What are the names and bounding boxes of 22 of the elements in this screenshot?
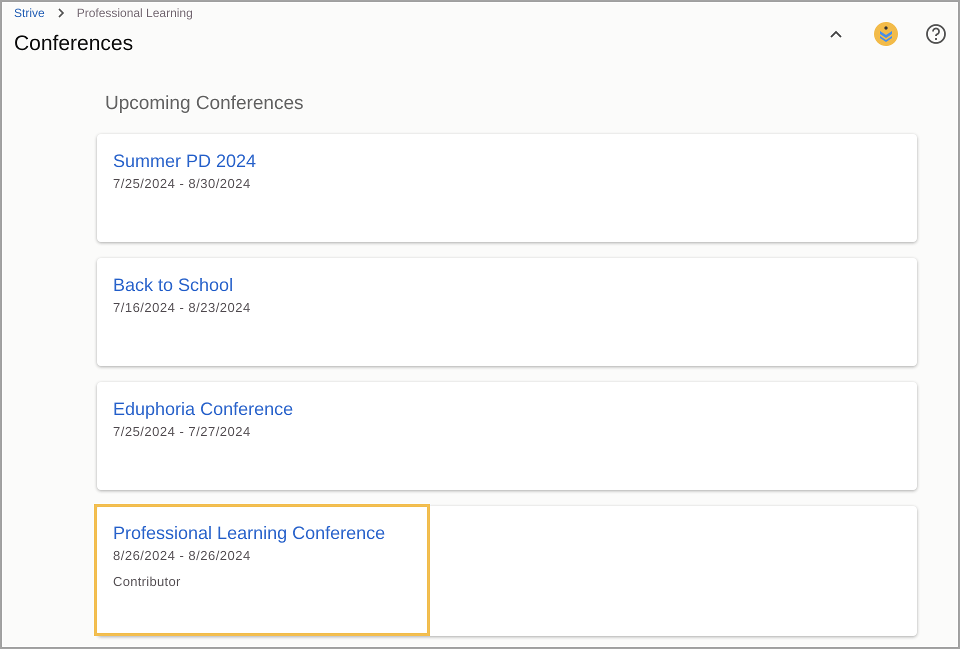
conference-name: Eduphoria Conference	[113, 398, 294, 420]
chevron-right-icon	[56, 8, 65, 18]
help-icon	[925, 23, 947, 45]
conference-dates: 8/26/2024 - 8/26/2024	[113, 547, 252, 565]
page-title: Conferences	[14, 31, 134, 57]
conference-dates: 7/16/2024 - 8/23/2024	[113, 299, 252, 317]
section-title: Upcoming Conferences	[104, 92, 305, 116]
conference-dates: 7/25/2024 - 8/30/2024	[113, 175, 252, 193]
conference-name: Professional Learning Conference	[113, 522, 386, 544]
conference-card[interactable]: Eduphoria Conference 7/25/2024 - 7/27/2024	[97, 382, 917, 490]
conference-dates: 7/25/2024 - 7/27/2024	[113, 423, 252, 441]
breadcrumb-current: Professional Learning	[76, 5, 193, 22]
conference-role: Contributor	[113, 572, 182, 590]
conference-name: Summer PD 2024	[113, 150, 258, 172]
conference-card[interactable]: Back to School 7/16/2024 - 8/23/2024	[97, 258, 917, 366]
conference-card[interactable]: Professional Learning Conference 8/26/2024 - 8/26/2024 Contributor	[97, 506, 917, 636]
conference-name: Back to School	[113, 274, 234, 296]
conference-card[interactable]: Summer PD 2024 7/25/2024 - 8/30/2024	[97, 134, 917, 242]
chevron-up-icon	[830, 30, 842, 38]
sprout-icon	[878, 25, 894, 43]
breadcrumb-link[interactable]: Strive	[14, 4, 45, 22]
app-logo-button[interactable]	[874, 22, 898, 46]
